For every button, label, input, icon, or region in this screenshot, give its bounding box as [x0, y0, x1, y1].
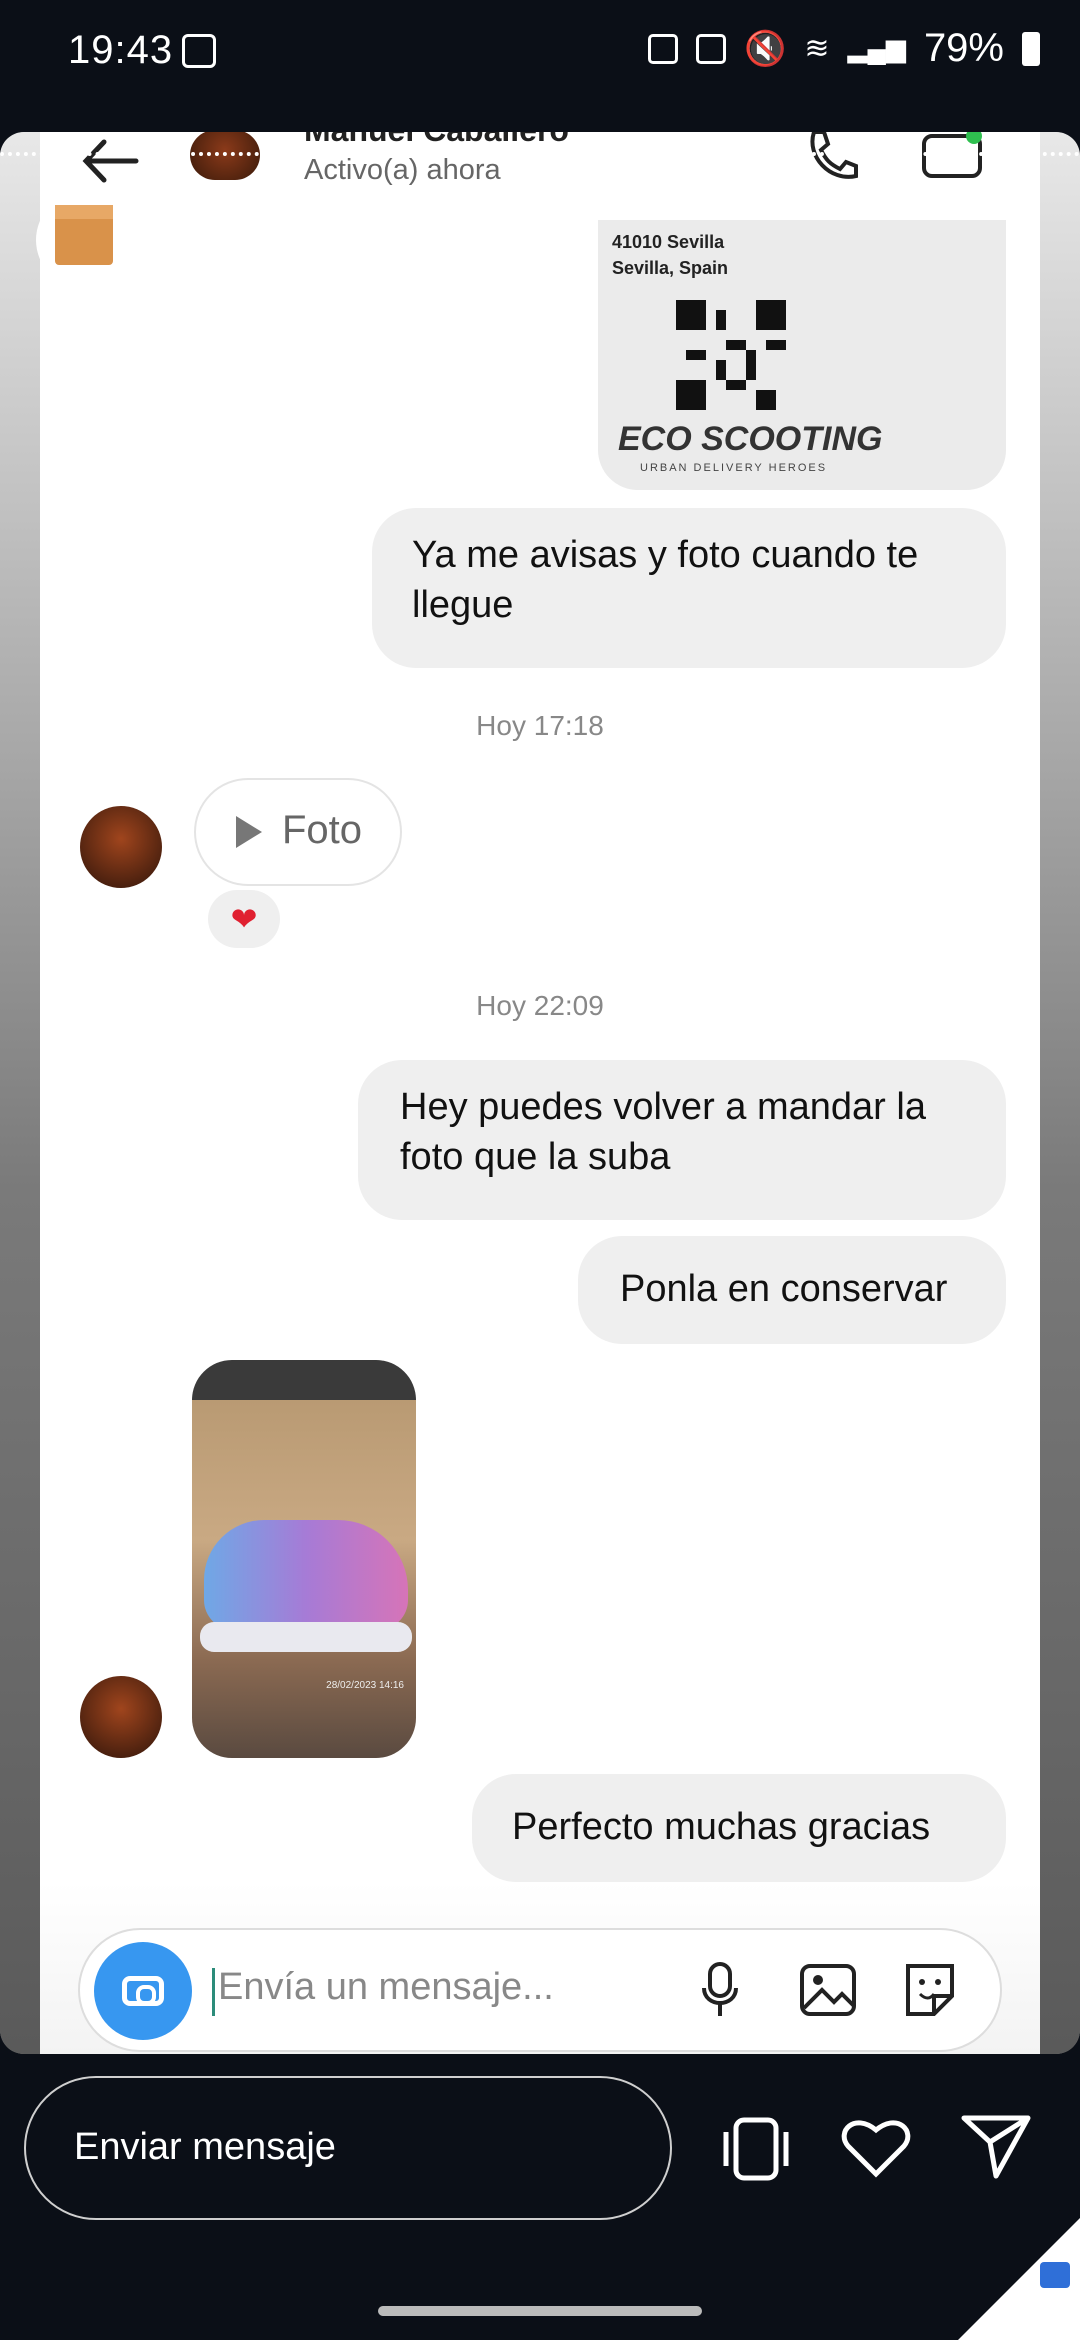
folder-icon[interactable]	[1040, 2262, 1070, 2288]
message-sent-1[interactable]: Ya me avisas y foto cuando te llegue	[372, 508, 1006, 668]
signal-icon: ▂▄▆	[847, 33, 906, 63]
image-notification-icon	[182, 34, 216, 68]
contact-name: Manuel Caballero	[304, 132, 569, 149]
shoe-photo[interactable]: 28/02/2023 14:16	[192, 1360, 416, 1758]
play-icon	[236, 816, 262, 848]
message-text: Ya me avisas y foto cuando te llegue	[412, 534, 919, 626]
photo-timestamp: 28/02/2023 14:16	[326, 1680, 404, 1691]
mic-icon[interactable]	[700, 1960, 740, 2020]
label-brand-sub: URBAN DELIVERY HEROES	[640, 462, 828, 474]
upload-icon	[648, 33, 679, 64]
heart-reaction[interactable]: ❤	[208, 890, 280, 948]
shipping-label-image[interactable]: 41010 Sevilla Sevilla, Spain ECO SCOOTIN…	[598, 220, 1006, 490]
story-side-right	[1040, 132, 1080, 2054]
photo-message-button[interactable]: Foto	[194, 778, 402, 886]
back-arrow-icon[interactable]	[80, 136, 140, 186]
message-text: Perfecto muchas gracias	[512, 1806, 931, 1848]
sneaker-sole	[200, 1622, 412, 1652]
story-side-left	[0, 132, 40, 2054]
message-sent-3[interactable]: Ponla en conservar	[578, 1236, 1006, 1344]
label-address-line1: 41010 Sevilla	[612, 232, 725, 252]
mute-icon: 🔇	[744, 29, 787, 68]
story-card: Manuel Caballero Activo(a) ahora Pedidos…	[0, 132, 1080, 2054]
story-reply-bar: Enviar mensaje	[0, 2054, 1080, 2340]
box-icon	[55, 205, 113, 265]
battery-percent: 79%	[923, 26, 1004, 70]
qr-code-icon	[676, 300, 786, 410]
gallery-icon[interactable]	[798, 1962, 858, 2018]
message-sent-2[interactable]: Hey puedes volver a mandar la foto que l…	[358, 1060, 1006, 1220]
status-bar: 19:43 🔇 ≋ ▂▄▆ 79%	[0, 0, 1080, 104]
message-input[interactable]: Envía un mensaje...	[218, 1966, 554, 2009]
story-progress-bar	[0, 152, 1080, 160]
avatar[interactable]	[80, 806, 162, 888]
label-address-line2: Sevilla, Spain	[612, 258, 729, 278]
camera-icon	[122, 1976, 164, 2006]
camera-button[interactable]	[94, 1942, 192, 2040]
phone-frame-icon[interactable]	[720, 2116, 792, 2182]
home-indicator[interactable]	[378, 2306, 702, 2316]
reply-input[interactable]: Enviar mensaje	[24, 2076, 672, 2220]
message-text: Hey puedes volver a mandar la foto que l…	[400, 1086, 926, 1178]
send-icon[interactable]	[960, 2112, 1032, 2182]
label-brand: ECO SCOOTING	[618, 420, 883, 458]
sneaker	[204, 1520, 408, 1630]
timestamp: Hoy 17:18	[476, 710, 604, 741]
nfc-icon	[696, 33, 727, 64]
timestamp: Hoy 22:09	[476, 990, 604, 1021]
message-input-bar[interactable]: Envía un mensaje...	[78, 1928, 1002, 2052]
battery-icon	[1022, 31, 1040, 66]
message-sent-4[interactable]: Perfecto muchas gracias	[472, 1774, 1006, 1882]
reply-placeholder: Enviar mensaje	[74, 2126, 336, 2168]
photo-label: Foto	[282, 808, 363, 852]
story-title[interactable]: Pedidos	[168, 216, 316, 259]
text-caret	[212, 1968, 215, 2016]
story-highlight-icon	[36, 192, 132, 288]
status-time: 19:43	[68, 28, 174, 72]
wifi-icon: ≋	[804, 32, 830, 65]
message-text: Ponla en conservar	[620, 1268, 948, 1310]
status-icons: 🔇 ≋ ▂▄▆ 79%	[648, 26, 1040, 71]
avatar[interactable]	[80, 1676, 162, 1758]
heart-icon[interactable]	[840, 2114, 912, 2180]
sticker-icon[interactable]	[900, 1962, 960, 2018]
